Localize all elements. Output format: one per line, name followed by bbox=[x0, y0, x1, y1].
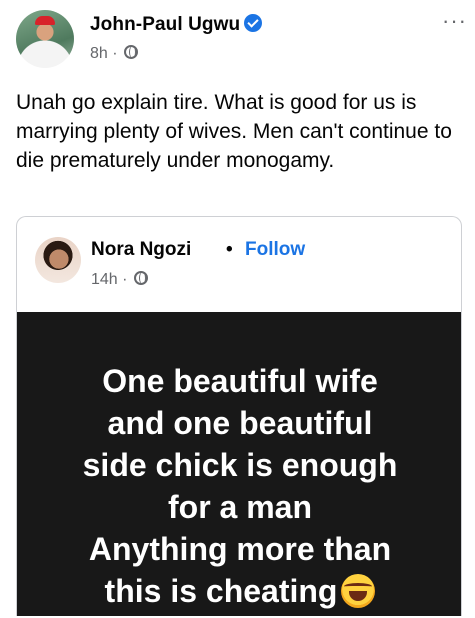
shared-meta: 14h · bbox=[91, 271, 148, 289]
shared-time[interactable]: 14h bbox=[91, 271, 118, 288]
quote-line: Anything more than bbox=[88, 531, 392, 567]
author-avatar[interactable] bbox=[16, 10, 74, 68]
shared-post[interactable]: Nora Ngozi • Follow 14h · One beautiful … bbox=[16, 216, 462, 616]
globe-icon bbox=[133, 271, 148, 285]
shared-author-name[interactable]: Nora Ngozi bbox=[91, 239, 191, 261]
shared-author-avatar[interactable] bbox=[35, 237, 81, 283]
post-body-text: Unah go explain tire. What is good for u… bbox=[16, 91, 452, 172]
quote-line: side chick is enough bbox=[82, 447, 398, 483]
post-header: John-Paul Ugwu 8h · ··· bbox=[16, 10, 475, 70]
quote-text: One beautiful wife and one beautiful sid… bbox=[17, 360, 461, 612]
quote-line: One beautiful wife bbox=[102, 363, 378, 399]
author-name[interactable]: John-Paul Ugwu bbox=[90, 14, 240, 35]
more-options-icon[interactable]: ··· bbox=[442, 10, 467, 32]
follow-button[interactable]: Follow bbox=[245, 239, 305, 261]
quote-line: this is cheating bbox=[104, 573, 338, 609]
post-meta: 8h · bbox=[90, 45, 139, 63]
laughing-tears-emoji-icon bbox=[341, 574, 376, 608]
quote-line: and one beautiful bbox=[107, 405, 373, 441]
shared-dot-separator: • bbox=[226, 239, 233, 260]
quote-last-line: this is cheating bbox=[17, 570, 461, 612]
quote-line: for a man bbox=[167, 489, 313, 525]
post-time[interactable]: 8h bbox=[90, 45, 108, 62]
meta-separator: · bbox=[112, 45, 118, 62]
author-name-row[interactable]: John-Paul Ugwu bbox=[90, 14, 263, 36]
shared-meta-separator: · bbox=[122, 271, 128, 288]
globe-icon bbox=[124, 45, 139, 59]
verified-badge-icon bbox=[244, 14, 263, 32]
